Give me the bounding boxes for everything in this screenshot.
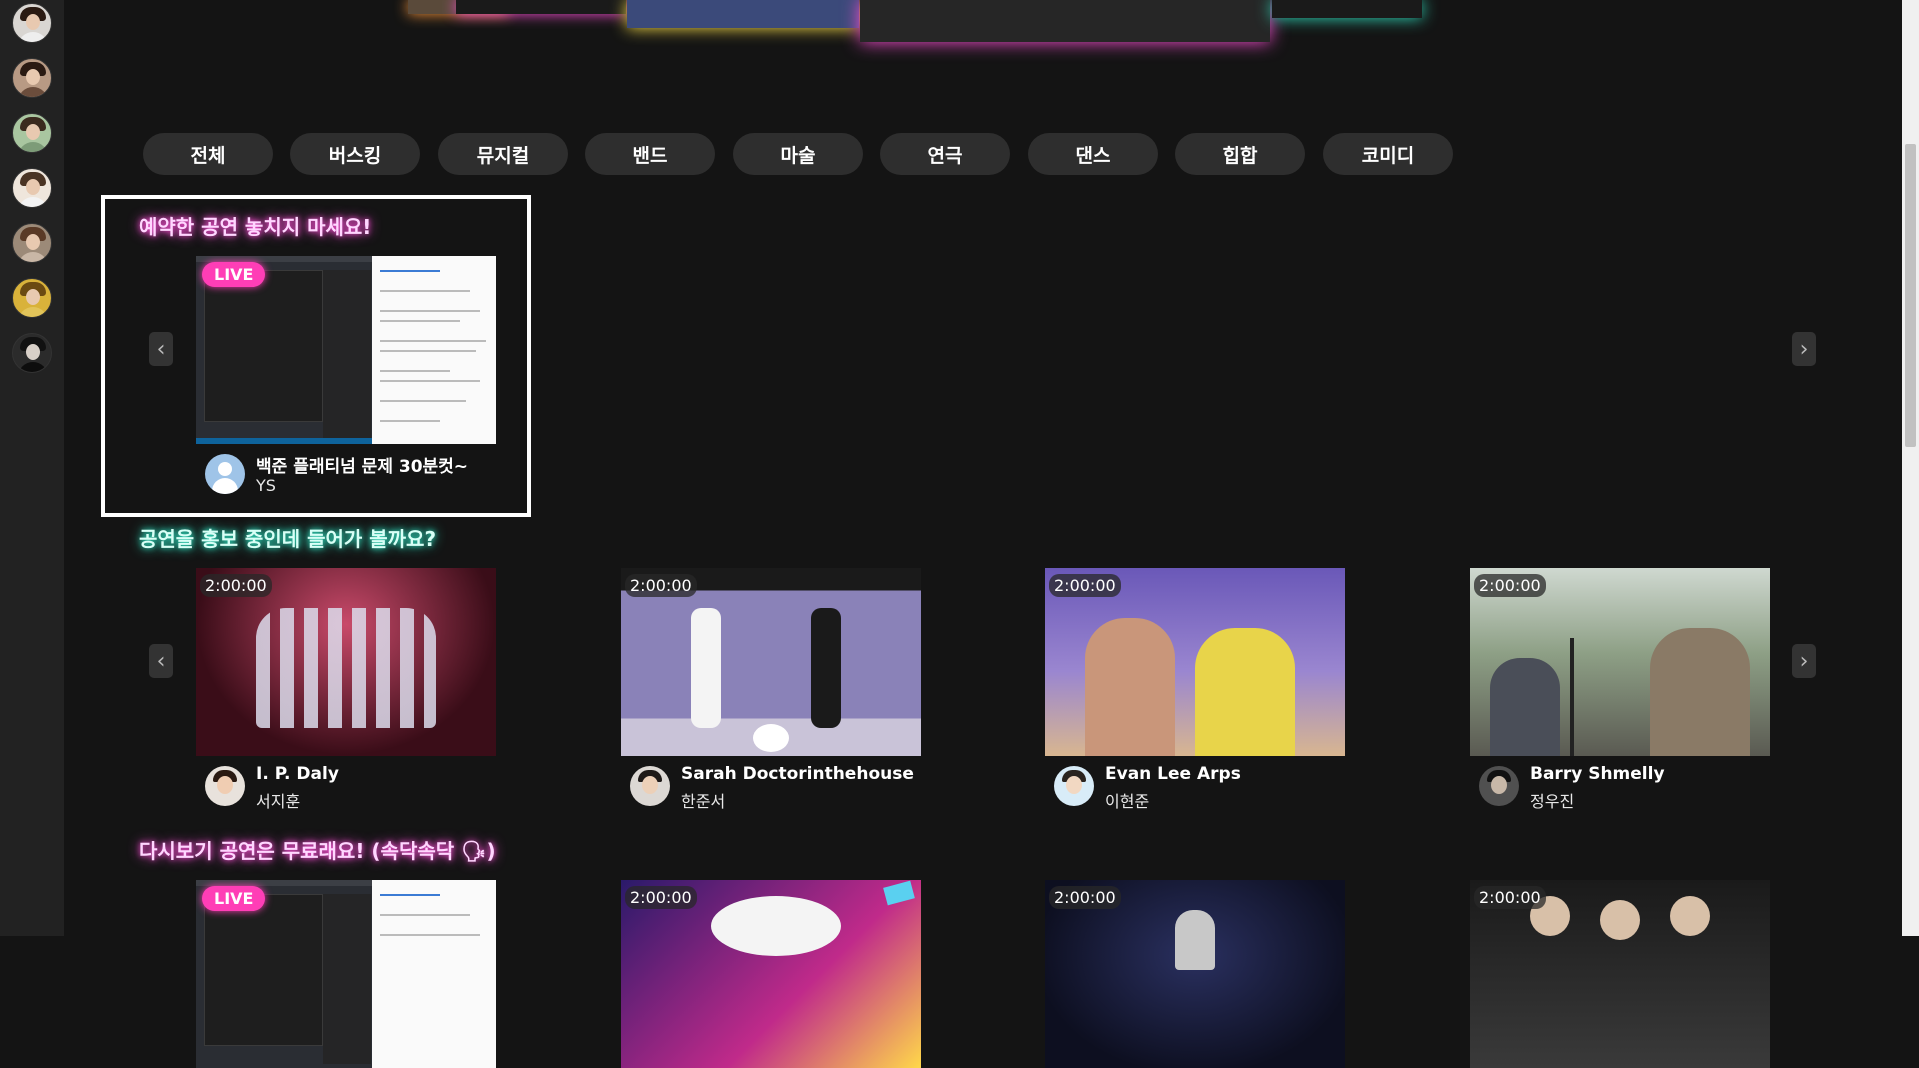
replay-card-1[interactable]: LIVE (196, 880, 496, 1068)
banner-slide-2[interactable] (456, 0, 626, 14)
promo-card-4[interactable]: 2:00:00 Barry Shmelly 정우진 (1470, 568, 1770, 814)
category-musical[interactable]: 뮤지컬 (438, 133, 568, 175)
card-title: 백준 플래티넘 문제 30분컷~ (256, 457, 469, 477)
stream-thumbnail[interactable]: 2:00:00 (1045, 880, 1345, 1068)
duration-badge: 2:00:00 (625, 886, 697, 909)
card-subtitle: YS (256, 476, 276, 495)
banner-slide-3[interactable] (627, 0, 859, 28)
card-title: Evan Lee Arps (1105, 764, 1241, 784)
card-subtitle: 서지훈 (256, 792, 301, 811)
duration-badge: 2:00:00 (200, 574, 272, 597)
promo-card-2[interactable]: 2:00:00 Sarah Doctorinthehouse 한준서 (621, 568, 921, 814)
reserved-prev-arrow[interactable]: ‹ (149, 332, 173, 366)
sidebar-avatar-6[interactable] (12, 278, 52, 318)
sidebar-avatar-7[interactable] (12, 333, 52, 373)
avatar (205, 766, 245, 806)
replay-section-title: 다시보기 공연은 무료래요! (속닥속닥 🗣) (139, 839, 496, 863)
duration-badge: 2:00:00 (1049, 574, 1121, 597)
reserved-section-title: 예약한 공연 놓치지 마세요! (139, 215, 372, 239)
card-title: I. P. Daly (256, 764, 339, 784)
reserved-next-arrow[interactable]: › (1792, 332, 1816, 366)
stream-thumbnail[interactable]: LIVE (196, 880, 496, 1068)
card-title: Sarah Doctorinthehouse (681, 764, 914, 784)
card-subtitle: 이현준 (1105, 792, 1150, 811)
category-band[interactable]: 밴드 (585, 133, 715, 175)
card-subtitle: 한준서 (681, 792, 726, 811)
banner-slide-5[interactable] (1272, 0, 1422, 18)
stream-thumbnail[interactable]: LIVE (196, 256, 496, 444)
stream-thumbnail[interactable]: 2:00:00 (1045, 568, 1345, 756)
banner-slide-4[interactable] (860, 0, 1270, 42)
sidebar-avatar-5[interactable] (12, 223, 52, 263)
category-hiphop[interactable]: 힙합 (1175, 133, 1305, 175)
live-badge: LIVE (202, 886, 266, 911)
promo-prev-arrow[interactable]: ‹ (149, 644, 173, 678)
card-title: Barry Shmelly (1530, 764, 1665, 784)
category-theater[interactable]: 연극 (880, 133, 1010, 175)
avatar (205, 454, 245, 494)
sidebar-avatar-1[interactable] (12, 3, 52, 43)
category-busking[interactable]: 버스킹 (290, 133, 420, 175)
category-comedy[interactable]: 코미디 (1323, 133, 1453, 175)
promo-next-arrow[interactable]: › (1792, 644, 1816, 678)
category-magic[interactable]: 마술 (733, 133, 863, 175)
duration-badge: 2:00:00 (1474, 574, 1546, 597)
duration-badge: 2:00:00 (1474, 886, 1546, 909)
avatar (1479, 766, 1519, 806)
reserved-card-1[interactable]: LIVE 백준 플래티넘 문제 30분컷~ YS (196, 256, 496, 502)
replay-card-2[interactable]: 2:00:00 (621, 880, 921, 1068)
promo-card-1[interactable]: 2:00:00 I. P. Daly 서지훈 (196, 568, 496, 814)
promo-section-title: 공연을 홍보 중인데 들어가 볼까요? (139, 527, 437, 551)
category-all[interactable]: 전체 (143, 133, 273, 175)
category-dance[interactable]: 댄스 (1028, 133, 1158, 175)
stream-thumbnail[interactable]: 2:00:00 (1470, 880, 1770, 1068)
sidebar-avatar-3[interactable] (12, 113, 52, 153)
sidebar-avatar-4[interactable] (12, 168, 52, 208)
stream-thumbnail[interactable]: 2:00:00 (1470, 568, 1770, 756)
scrollbar-thumb[interactable] (1905, 144, 1916, 447)
avatar (630, 766, 670, 806)
duration-badge: 2:00:00 (1049, 886, 1121, 909)
replay-card-3[interactable]: 2:00:00 (1045, 880, 1345, 1068)
live-badge: LIVE (202, 262, 266, 287)
stream-thumbnail[interactable]: 2:00:00 (621, 880, 921, 1068)
page-scrollbar[interactable] (1902, 0, 1919, 936)
promo-card-3[interactable]: 2:00:00 Evan Lee Arps 이현준 (1045, 568, 1345, 814)
sidebar-avatar-2[interactable] (12, 58, 52, 98)
sidebar (0, 0, 64, 936)
card-subtitle: 정우진 (1530, 792, 1575, 811)
replay-card-4[interactable]: 2:00:00 (1470, 880, 1770, 1068)
avatar (1054, 766, 1094, 806)
stream-thumbnail[interactable]: 2:00:00 (621, 568, 921, 756)
stream-thumbnail[interactable]: 2:00:00 (196, 568, 496, 756)
duration-badge: 2:00:00 (625, 574, 697, 597)
